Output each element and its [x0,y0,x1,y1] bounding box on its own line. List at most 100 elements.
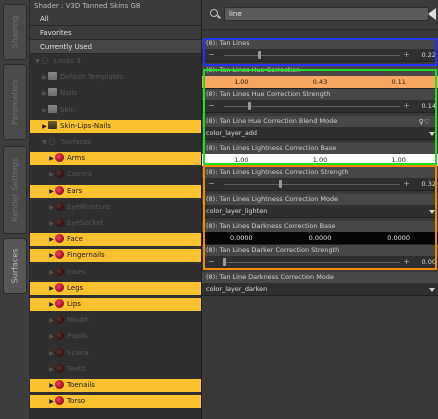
slider-thumb[interactable] [247,102,251,110]
tree-item[interactable]: ▼⚇ Looks 3 [30,55,201,68]
filter-currently-used[interactable]: Currently Used [30,40,201,54]
slider-track[interactable] [223,258,400,266]
slider-track[interactable] [224,102,400,110]
increment-icon[interactable]: + [403,257,410,266]
slider-thumb[interactable] [279,180,283,188]
tree-item[interactable]: ▶ Arms [30,152,201,166]
color-g[interactable]: 0.0000 [280,232,360,244]
tab-shaping[interactable]: Shaping [3,4,27,60]
expand-right-icon[interactable]: ▶ [48,266,55,279]
decrement-icon[interactable]: − [208,257,215,266]
expand-right-icon[interactable]: ▶ [48,330,55,343]
lightness-base-color[interactable]: 1.00 1.00 1.00 [202,154,438,167]
tree-item[interactable]: ▶ Skin-Lips-Nails [30,119,201,133]
tree-item[interactable]: ▶ EyeSocket [30,217,201,230]
side-tab-bar: Shaping Parameters Render Settings Surfa… [0,0,30,419]
lightness-mode-dropdown[interactable]: color_layer_lighten [202,205,438,218]
slider-value[interactable]: 0.32 [422,180,436,188]
expand-right-icon[interactable]: ▶ [48,152,55,165]
slider-value[interactable]: 0.00 [422,258,436,266]
expand-right-icon[interactable]: ▶ [41,120,48,133]
folder-icon [48,72,57,81]
tree-item[interactable]: ▶ Mouth [30,314,201,327]
tab-render-settings[interactable]: Render Settings [3,146,27,234]
expand-right-icon[interactable]: ▶ [48,282,55,295]
color-r[interactable]: 1.00 [202,154,281,166]
slider-thumb[interactable] [258,51,262,59]
color-g[interactable]: 0.43 [280,76,360,88]
tree-item[interactable]: ▶ Pupils [30,330,201,343]
darkness-base-color[interactable]: 0.0000 0.0000 0.0000 [202,232,438,245]
darkness-base-label: (8): Tan Lines Darkness Correction Base [202,221,438,232]
tree-item[interactable]: ▶ Sclera [30,347,201,360]
tree-item-label: Face [67,235,83,244]
hue-correction-label: (8): Tan Lines Hue Correction [202,65,438,76]
color-r[interactable]: 0.0000 [202,232,281,244]
hue-correction-color[interactable]: 1.00 0.43 0.11 [202,76,438,89]
color-b[interactable]: 0.11 [359,76,438,88]
color-g[interactable]: 1.00 [280,154,360,166]
filter-all[interactable]: All [30,12,201,26]
increment-icon[interactable]: + [403,50,410,59]
slider-value[interactable]: 0.22 [422,51,436,59]
increment-icon[interactable]: + [403,101,410,110]
color-r[interactable]: 1.00 [202,76,281,88]
link-heart-icon[interactable]: ♀♡ [419,117,430,127]
tree-item[interactable]: ▶ Fingernails [30,249,201,263]
expand-right-icon[interactable]: ▶ [48,168,55,181]
clear-search-icon[interactable] [428,8,436,20]
color-b[interactable]: 1.00 [359,154,438,166]
filter-favorites[interactable]: Favorites [30,26,201,40]
tree-item[interactable]: ▶ Irises [30,266,201,279]
hue-correction-strength-slider[interactable]: − + 0.14 [202,100,438,113]
increment-icon[interactable]: + [403,179,410,188]
tan-lines-label: (8): Tan Lines [202,38,438,49]
expand-right-icon[interactable]: ▶ [48,185,55,198]
darker-strength-slider[interactable]: − + 0.00 [202,256,438,269]
tree-item[interactable]: ▶ Nails [30,87,201,100]
color-b[interactable]: 0.0000 [359,232,438,244]
expand-right-icon[interactable]: ▶ [41,87,48,100]
darkness-mode-dropdown[interactable]: color_layer_darken [202,283,438,296]
decrement-icon[interactable]: − [208,101,215,110]
expand-right-icon[interactable]: ▶ [48,379,55,392]
slider-track[interactable] [224,51,400,59]
tree-item[interactable]: ▶ Face [30,233,201,247]
tree-item[interactable]: ▼⚇ Surfaces [30,136,201,149]
tree-item[interactable]: ▶ Skin [30,104,201,117]
expand-right-icon[interactable]: ▶ [41,104,48,117]
expand-down-icon[interactable]: ▼ [41,136,48,149]
tree-item[interactable]: ▶ Default Templates [30,71,201,84]
expand-right-icon[interactable]: ▶ [48,217,55,230]
expand-right-icon[interactable]: ▶ [48,233,55,246]
tree-item[interactable]: ▶ Torso [30,395,201,409]
expand-right-icon[interactable]: ▶ [48,314,55,327]
expand-down-icon[interactable]: ▼ [34,55,41,68]
tree-item-label: Irises [67,267,86,276]
tree-item[interactable]: ▶ EyeMoisture [30,201,201,214]
expand-right-icon[interactable]: ▶ [41,71,48,84]
tab-surfaces[interactable]: Surfaces [3,238,27,294]
expand-right-icon[interactable]: ▶ [48,395,55,408]
expand-right-icon[interactable]: ▶ [48,363,55,376]
lightness-strength-slider[interactable]: − + 0.32 [202,178,438,191]
slider-thumb[interactable] [223,258,226,266]
tan-lines-slider[interactable]: − + 0.22 [202,49,438,62]
expand-right-icon[interactable]: ▶ [48,298,55,311]
tab-parameters[interactable]: Parameters [3,64,27,140]
expand-right-icon[interactable]: ▶ [48,249,55,262]
decrement-icon[interactable]: − [208,50,215,59]
tree-item[interactable]: ▶ Teeth [30,363,201,376]
tree-item[interactable]: ▶ Legs [30,281,201,295]
tree-item[interactable]: ▶ Lips [30,298,201,311]
slider-value[interactable]: 0.14 [422,102,436,110]
tree-item[interactable]: ▶ Cornea [30,168,201,181]
search-input[interactable] [224,7,429,21]
hue-blend-mode-dropdown[interactable]: color_layer_add [202,127,438,140]
decrement-icon[interactable]: − [208,179,215,188]
slider-track[interactable] [224,180,400,188]
expand-right-icon[interactable]: ▶ [48,201,55,214]
expand-right-icon[interactable]: ▶ [48,347,55,360]
tree-item[interactable]: ▶ Ears [30,184,201,198]
tree-item[interactable]: ▶ Toenails [30,379,201,392]
